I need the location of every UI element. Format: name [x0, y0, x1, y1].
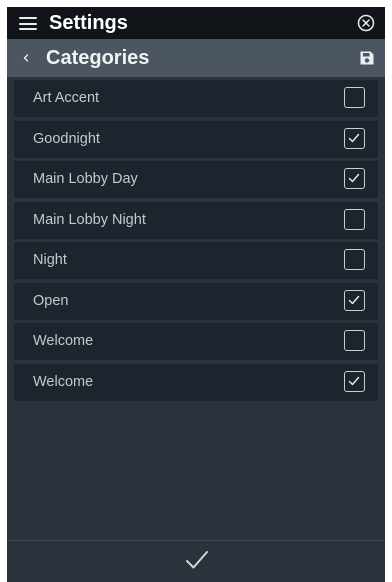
close-circle-icon[interactable] — [357, 14, 375, 32]
category-label: Welcome — [33, 333, 94, 349]
hamburger-icon[interactable] — [19, 17, 37, 30]
chevron-left-icon[interactable] — [21, 51, 31, 65]
category-checkbox[interactable] — [344, 168, 365, 189]
category-label: Night — [33, 252, 67, 268]
page-title: Settings — [49, 12, 128, 34]
category-checkbox[interactable] — [344, 330, 365, 351]
category-row[interactable]: Main Lobby Night — [14, 201, 378, 239]
category-label: Goodnight — [33, 130, 100, 147]
category-label: Main Lobby Night — [33, 211, 146, 228]
category-row[interactable]: Main Lobby Day — [14, 161, 378, 198]
check-icon — [348, 133, 360, 142]
category-checkbox[interactable] — [344, 127, 365, 149]
section-title: Categories — [46, 47, 150, 69]
check-icon — [348, 173, 360, 183]
category-row[interactable]: Goodnight — [14, 120, 378, 158]
category-checkbox[interactable] — [344, 208, 365, 230]
bottom-bar — [7, 540, 385, 582]
sub-header: Categories — [7, 39, 385, 77]
check-icon — [348, 295, 360, 304]
category-list: Art Accent Goodnight Main Lobby Day Main… — [14, 80, 378, 404]
category-checkbox[interactable] — [344, 249, 365, 270]
floppy-disk-icon[interactable] — [359, 50, 375, 66]
category-label: Art Accent — [33, 90, 100, 106]
category-row[interactable]: Welcome — [14, 323, 378, 360]
category-row[interactable]: Open — [14, 282, 378, 320]
category-label: Welcome — [33, 373, 94, 390]
category-row[interactable]: Art Accent — [14, 80, 378, 117]
top-bar: Settings — [7, 7, 385, 39]
category-label: Main Lobby Day — [33, 171, 138, 187]
settings-window: Settings Categories Art Accent Goodnight — [7, 7, 385, 582]
category-row[interactable]: Welcome — [14, 363, 378, 401]
category-checkbox[interactable] — [344, 289, 365, 311]
checkmark-icon[interactable] — [185, 549, 209, 571]
category-label: Open — [33, 292, 69, 309]
category-checkbox[interactable] — [344, 370, 365, 392]
category-row[interactable]: Night — [14, 242, 378, 279]
check-icon — [348, 376, 360, 385]
category-checkbox[interactable] — [344, 87, 365, 108]
